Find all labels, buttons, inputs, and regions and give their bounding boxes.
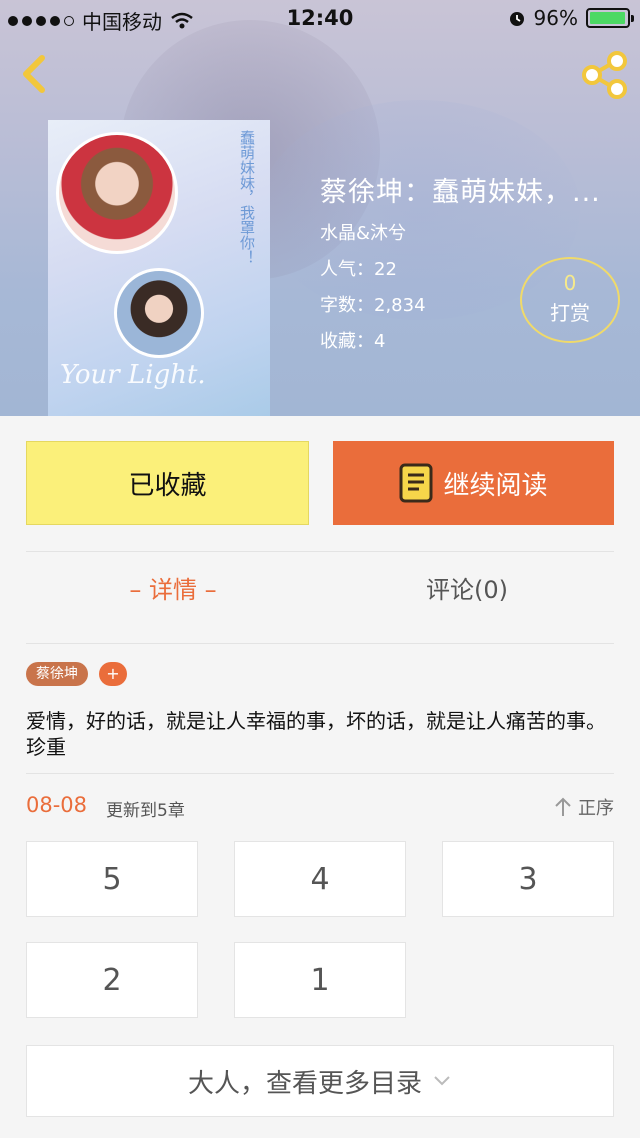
cover-portrait-girl xyxy=(56,132,178,254)
view-more-chapters-button[interactable]: 大人，查看更多目录 xyxy=(26,1045,614,1117)
divider xyxy=(26,643,614,644)
tag-badge[interactable]: 蔡徐坤 xyxy=(26,662,88,686)
favorite-button-label: 已收藏 xyxy=(128,470,207,501)
chapter-item[interactable]: 4 xyxy=(234,841,406,917)
cover-overlay-text: Your Light. xyxy=(60,360,206,390)
reward-count: 0 xyxy=(563,271,577,295)
chapter-item[interactable]: 3 xyxy=(442,841,614,917)
back-button[interactable] xyxy=(14,52,54,96)
book-author: 水晶&沐兮 xyxy=(320,223,407,244)
chapter-item[interactable]: 2 xyxy=(26,942,198,1018)
sort-label: 正序 xyxy=(578,798,614,819)
chapter-item[interactable]: 5 xyxy=(26,841,198,917)
share-button[interactable] xyxy=(580,50,630,100)
alarm-icon xyxy=(509,12,524,26)
reward-label: 打赏 xyxy=(550,301,590,325)
sort-toggle[interactable]: 正序 xyxy=(554,794,614,820)
book-icon xyxy=(399,463,433,503)
book-cover[interactable]: 蠢萌妹妹，我罩你！ Your Light. xyxy=(48,120,270,416)
book-description: 爱情，好的话，就是让人幸福的事，坏的话，就是让人痛苦的事。珍重 xyxy=(26,709,606,759)
status-bar: 中国移动 12:40 96% xyxy=(0,0,640,36)
reward-button[interactable]: 0 打赏 xyxy=(520,257,620,343)
update-date: 08-08 xyxy=(26,793,88,817)
book-header: 中国移动 12:40 96% 蠢萌妹妹，我罩你！ Your Light. 蔡徐坤… xyxy=(0,0,640,416)
battery-icon xyxy=(586,8,634,28)
update-status: 更新到5章 xyxy=(106,801,185,821)
cover-portrait-boy xyxy=(114,268,204,358)
arrow-up-icon xyxy=(555,797,571,816)
cover-vertical-text: 蠢萌妹妹，我罩你！ xyxy=(238,130,256,265)
continue-reading-button[interactable]: 继续阅读 xyxy=(333,441,614,525)
add-tag-button[interactable]: + xyxy=(99,662,127,686)
chevron-down-icon xyxy=(434,1076,450,1086)
view-more-label: 大人，查看更多目录 xyxy=(187,1068,422,1099)
divider xyxy=(26,773,614,774)
book-title: 蔡徐坤：蠢萌妹妹，... xyxy=(320,177,601,208)
chapter-item[interactable]: 1 xyxy=(234,942,406,1018)
divider xyxy=(26,551,614,552)
favorite-button[interactable]: 已收藏 xyxy=(26,441,309,525)
tab-comments[interactable]: 评论(0) xyxy=(320,570,614,605)
tab-details[interactable]: – 详情 – xyxy=(26,570,320,605)
share-icon xyxy=(582,51,627,99)
battery-percent: 96% xyxy=(533,6,578,30)
chevron-left-icon xyxy=(23,55,45,93)
continue-reading-label: 继续阅读 xyxy=(443,470,548,501)
